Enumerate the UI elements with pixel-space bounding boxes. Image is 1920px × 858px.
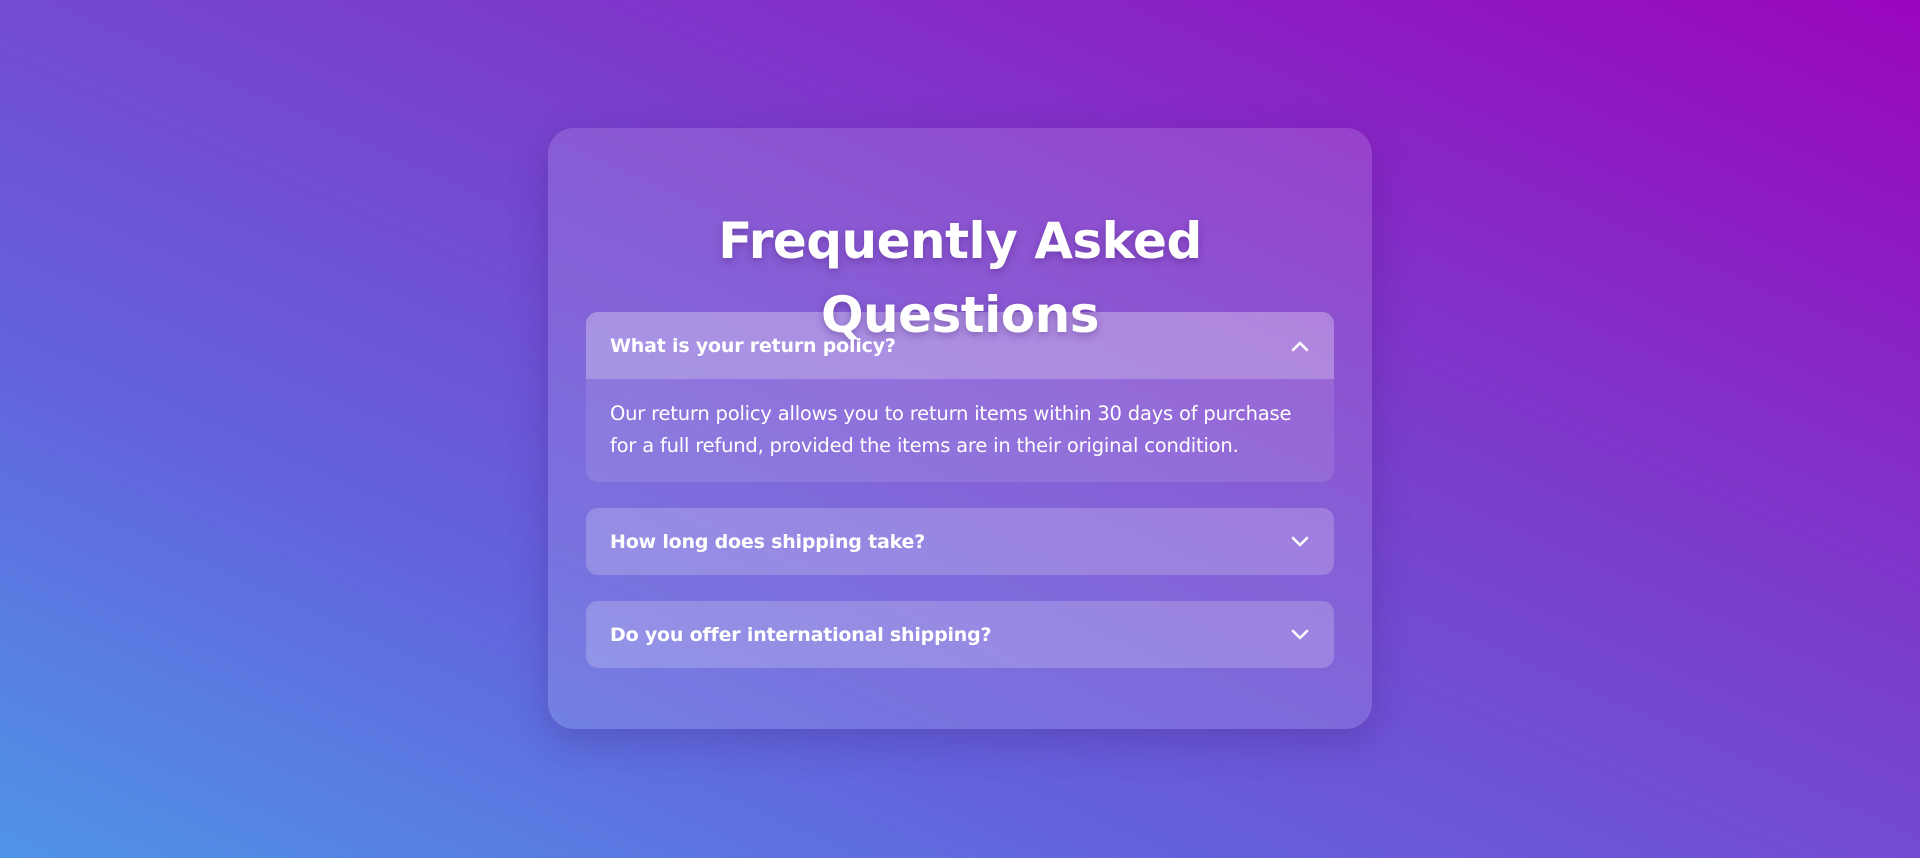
faq-answer-return-policy: Our return policy allows you to return i… xyxy=(586,379,1334,482)
chevron-down-icon xyxy=(1290,625,1310,645)
page-title: Frequently Asked Questions xyxy=(718,212,1202,344)
faq-list: What is your return policy? Our return p… xyxy=(586,312,1334,668)
faq-question-shipping-time[interactable]: How long does shipping take? xyxy=(586,508,1334,575)
chevron-down-icon xyxy=(1290,532,1310,552)
faq-question-international-shipping[interactable]: Do you offer international shipping? xyxy=(586,601,1334,668)
chevron-up-icon xyxy=(1290,336,1310,356)
faq-question-label: Do you offer international shipping? xyxy=(610,623,992,646)
faq-card: Frequently Asked Questions What is your … xyxy=(548,128,1372,729)
faq-item-international-shipping: Do you offer international shipping? xyxy=(586,601,1334,668)
faq-item-shipping-time: How long does shipping take? xyxy=(586,508,1334,575)
faq-question-label: What is your return policy? xyxy=(610,334,896,357)
faq-question-label: How long does shipping take? xyxy=(610,530,926,553)
